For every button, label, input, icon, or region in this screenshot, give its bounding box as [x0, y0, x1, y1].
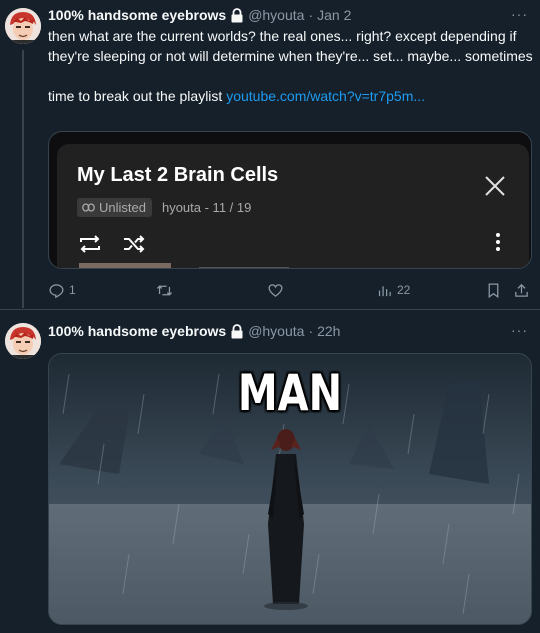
avatar[interactable] [5, 8, 41, 44]
tweet-text-prefix: time to break out the playlist [48, 88, 227, 104]
tweet-link[interactable]: youtube.com/watch?v=tr7p5m... [226, 88, 425, 104]
heart-icon [268, 284, 283, 297]
tweet-header: 100% handsome eyebrows @hyouta · 22h [48, 322, 340, 340]
reply-icon [49, 284, 64, 299]
shuffle-icon[interactable] [121, 234, 147, 254]
reply-count: 1 [69, 283, 76, 297]
tweet-actions: 1 22 [48, 282, 534, 302]
avatar-image [5, 323, 41, 359]
separator-dot: · [308, 7, 314, 23]
thread-line [22, 50, 24, 308]
playlist-meta: Unlisted hyouta - 11 / 19 [77, 198, 251, 217]
youtube-embed-card[interactable]: My Last 2 Brain Cells Unlisted hyouta - … [48, 131, 532, 269]
retweet-icon [156, 285, 173, 296]
tweet[interactable]: 100% handsome eyebrows @hyouta · Jan 2 ·… [0, 0, 540, 310]
kebab-menu-icon[interactable] [495, 232, 501, 252]
tweet[interactable]: 100% handsome eyebrows @hyouta · 22h ··· [0, 310, 540, 633]
tweet-timestamp[interactable]: 22h [317, 322, 340, 340]
author-name[interactable]: 100% handsome eyebrows [48, 6, 226, 24]
video-thumbnail-peek [79, 263, 171, 268]
analytics-icon [378, 286, 391, 297]
badge-label: Unlisted [99, 200, 146, 215]
author-handle[interactable]: @hyouta [248, 6, 304, 24]
bookmark-action[interactable] [485, 282, 502, 299]
tweet-header: 100% handsome eyebrows @hyouta · Jan 2 [48, 6, 351, 24]
separator-dot: · [308, 323, 314, 339]
tweet-text-paragraph: time to break out the playlist youtube.c… [48, 86, 534, 106]
author-name[interactable]: 100% handsome eyebrows [48, 322, 226, 340]
share-action[interactable] [513, 282, 530, 299]
playlist-controls [77, 234, 147, 254]
playlist-title[interactable]: My Last 2 Brain Cells [77, 164, 278, 187]
video-title-peek [199, 267, 289, 268]
retweet-action[interactable] [156, 282, 177, 299]
reply-action[interactable]: 1 [48, 282, 76, 299]
tweet-text: then what are the current worlds? the re… [48, 26, 534, 106]
avatar[interactable] [5, 323, 41, 359]
unlisted-badge: Unlisted [77, 198, 152, 217]
more-options-icon[interactable]: ··· [511, 7, 528, 21]
tweet-image[interactable]: MAN [48, 353, 532, 625]
meme-caption: MAN [237, 364, 343, 422]
bookmark-icon [488, 283, 499, 299]
tweet-text-paragraph: then what are the current worlds? the re… [48, 28, 533, 64]
playlist-subtitle: hyouta - 11 / 19 [161, 200, 252, 215]
views-action[interactable]: 22 [376, 282, 410, 299]
views-count: 22 [397, 283, 411, 297]
like-action[interactable] [267, 282, 288, 299]
avatar-image [5, 8, 41, 44]
playlist-panel: My Last 2 Brain Cells Unlisted hyouta - … [57, 144, 529, 268]
author-handle[interactable]: @hyouta [248, 322, 304, 340]
close-icon[interactable] [483, 174, 507, 198]
tweet-timestamp[interactable]: Jan 2 [317, 6, 351, 24]
lock-icon [231, 7, 243, 22]
link-icon [82, 203, 95, 212]
more-options-icon[interactable]: ··· [511, 323, 528, 337]
share-icon [515, 283, 528, 297]
loop-icon[interactable] [77, 234, 103, 254]
lock-icon [231, 323, 243, 338]
